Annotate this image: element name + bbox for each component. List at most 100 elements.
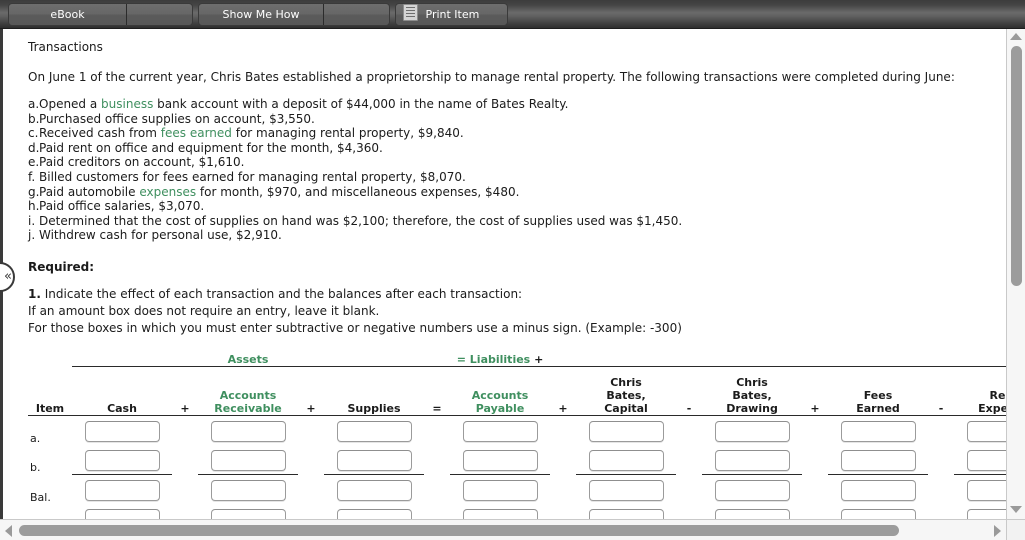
ebook-button-label: eBook	[50, 8, 85, 21]
worksheet-operator-cell	[298, 415, 324, 445]
horizontal-scrollbar-thumb[interactable]	[19, 525, 899, 536]
worksheet-amount-cell	[828, 504, 928, 519]
requirement-number: 1.	[28, 286, 41, 301]
worksheet-group-header[interactable]: = Liabilities +	[424, 350, 577, 367]
triangle-up-icon[interactable]	[1010, 33, 1022, 40]
amount-input-cash[interactable]	[84, 508, 160, 519]
header-line: Expense	[978, 401, 1006, 415]
worksheet-column-header-accounts_receivable[interactable]: Accounts Receivable	[198, 366, 298, 416]
show-me-how-button[interactable]: Show Me How	[198, 3, 390, 26]
worksheet-column-header-op2: +	[298, 366, 324, 416]
transaction-list: a.Opened a business bank account with a …	[28, 97, 1006, 243]
amount-input-fees_earned[interactable]	[840, 449, 916, 471]
header-line: Capital	[604, 401, 648, 415]
transaction-text-tail: for month, $970, and miscellaneous expen…	[196, 184, 520, 199]
worksheet-operator-cell	[676, 415, 702, 445]
note-negative: For those boxes in which you must enter …	[28, 320, 682, 335]
amount-input-rent_expense[interactable]	[966, 479, 1006, 501]
transaction-letter: f.	[28, 169, 36, 184]
transaction-letter: h.	[28, 199, 40, 214]
amount-input-chris_bates_drawing[interactable]	[714, 479, 790, 501]
amount-input-supplies[interactable]	[336, 479, 412, 501]
header-line: Item	[35, 401, 65, 415]
amount-input-chris_bates_drawing[interactable]	[714, 449, 790, 471]
glossary-link[interactable]: fees earned	[161, 126, 232, 140]
amount-input-rent_expense[interactable]	[966, 420, 1006, 442]
worksheet-amount-cell	[828, 473, 929, 504]
amount-input-accounts_receivable[interactable]	[210, 508, 286, 519]
amount-input-accounts_payable[interactable]	[462, 479, 538, 501]
amount-input-chris_bates_capital[interactable]	[588, 508, 664, 519]
transaction-letter: g.	[28, 184, 40, 199]
worksheet-row-label: b.	[30, 461, 41, 475]
worksheet-amount-cell	[324, 445, 424, 475]
horizontal-scrollbar[interactable]	[0, 519, 1006, 540]
glossary-link[interactable]: expenses	[139, 185, 196, 199]
header-line: =	[432, 401, 442, 415]
amount-input-accounts_receivable[interactable]	[210, 479, 286, 501]
vertical-scrollbar[interactable]	[1006, 29, 1025, 519]
worksheet-amount-cell	[324, 473, 425, 504]
amount-input-chris_bates_capital[interactable]	[588, 479, 664, 501]
vertical-scrollbar-thumb[interactable]	[1011, 46, 1022, 286]
amount-input-chris_bates_drawing[interactable]	[714, 420, 790, 442]
print-item-button-label: Print Item	[425, 8, 480, 21]
amount-input-fees_earned[interactable]	[840, 479, 916, 501]
worksheet-column-header-chris_bates_drawing: Chris Bates, Drawing	[702, 366, 803, 416]
amount-input-accounts_payable[interactable]	[462, 508, 538, 519]
worksheet-operator-cell	[172, 415, 198, 445]
print-item-button[interactable]: Print Item	[395, 3, 508, 26]
amount-input-accounts_payable[interactable]	[462, 449, 538, 471]
amount-input-accounts_receivable[interactable]	[210, 420, 286, 442]
amount-input-cash[interactable]	[84, 479, 160, 501]
worksheet-column-header-op1: +	[172, 366, 198, 416]
amount-input-rent_expense[interactable]	[966, 508, 1006, 519]
worksheet-operator-cell	[802, 415, 828, 445]
amount-input-supplies[interactable]	[336, 508, 412, 519]
amount-input-supplies[interactable]	[336, 420, 412, 442]
note-blank: If an amount box does not require an ent…	[28, 303, 380, 318]
transaction-item: a.Opened a business bank account with a …	[28, 97, 1006, 112]
worksheet-operator-cell	[298, 504, 324, 519]
amount-input-cash[interactable]	[84, 449, 160, 471]
transaction-letter: d.	[28, 140, 40, 155]
worksheet-operator-cell	[424, 415, 450, 445]
amount-input-fees_earned[interactable]	[840, 508, 916, 519]
amount-input-fees_earned[interactable]	[840, 420, 916, 442]
transaction-text: Opened a	[39, 97, 102, 111]
worksheet-amount-cell	[198, 415, 298, 445]
worksheet-column-header-cash: Cash	[72, 366, 172, 416]
worksheet-column-header-supplies: Supplies	[324, 366, 425, 416]
worksheet-row: c.	[28, 504, 1006, 519]
worksheet-amount-cell	[198, 504, 298, 519]
triangle-left-icon[interactable]	[5, 525, 12, 537]
glossary-link[interactable]: business	[101, 97, 153, 111]
header-line: Bates,	[606, 388, 646, 402]
ebook-button[interactable]: eBook	[8, 3, 193, 26]
worksheet-operator-cell	[928, 474, 954, 504]
header-line: Rent	[989, 388, 1007, 402]
amount-input-supplies[interactable]	[336, 449, 412, 471]
amount-input-chris_bates_capital[interactable]	[588, 449, 664, 471]
header-line: Cash	[107, 401, 137, 415]
amount-input-cash[interactable]	[84, 420, 160, 442]
worksheet-group-header[interactable]: Assets	[72, 350, 425, 367]
header-line: -	[938, 401, 944, 415]
triangle-right-icon[interactable]	[994, 525, 1001, 537]
worksheet-operator-cell	[802, 445, 828, 475]
amount-input-chris_bates_capital[interactable]	[588, 420, 664, 442]
worksheet-amount-cell	[72, 473, 172, 504]
amount-input-accounts_receivable[interactable]	[210, 449, 286, 471]
amount-input-chris_bates_drawing[interactable]	[714, 508, 790, 519]
top-toolbar: eBook Show Me How Print Item	[0, 0, 1025, 29]
requirement-line: 1. Indicate the effect of each transacti…	[28, 286, 1006, 303]
header-line: Drawing	[726, 401, 778, 415]
triangle-down-icon[interactable]	[1010, 506, 1022, 513]
transaction-text: Paid office salaries, $3,070.	[39, 199, 205, 214]
worksheet-column-header-accounts_payable[interactable]: Accounts Payable	[450, 366, 551, 416]
transaction-text: Purchased office supplies on account, $3…	[39, 111, 315, 126]
amount-input-rent_expense[interactable]	[966, 449, 1006, 471]
scrollbar-corner	[1006, 519, 1025, 540]
worksheet-column-header-op4: +	[550, 366, 577, 416]
amount-input-accounts_payable[interactable]	[462, 420, 538, 442]
